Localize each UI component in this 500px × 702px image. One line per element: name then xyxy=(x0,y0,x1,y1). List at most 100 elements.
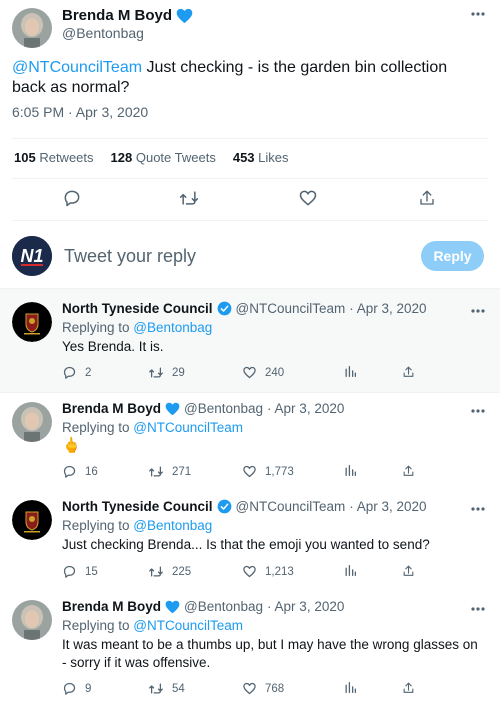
like-count: 1,773 xyxy=(265,465,294,478)
analytics-icon[interactable] xyxy=(344,564,357,577)
reply-action-bar: 15 225 1,213 xyxy=(62,564,422,580)
more-options-icon[interactable] xyxy=(470,506,486,512)
more-options-icon[interactable] xyxy=(470,308,486,314)
like-icon[interactable] xyxy=(298,188,318,208)
tweet-timestamp[interactable]: 6:05 PM · Apr 3, 2020 xyxy=(12,104,148,120)
avatar-brenda[interactable] xyxy=(12,600,52,640)
like-count: 768 xyxy=(265,682,285,695)
reply-icon[interactable] xyxy=(62,464,77,479)
replying-to-link[interactable]: @NTCouncilTeam xyxy=(133,618,243,633)
reply-author-name[interactable]: North Tyneside Council xyxy=(62,301,213,316)
reply-tweet[interactable]: North Tyneside Council @NTCouncilTeam · … xyxy=(0,289,500,392)
reply-tweet[interactable]: North Tyneside Council @NTCouncilTeam · … xyxy=(0,490,500,590)
svg-text:N1: N1 xyxy=(20,246,43,266)
reply-icon[interactable] xyxy=(62,564,77,579)
like-icon[interactable] xyxy=(242,681,257,696)
avatar-council[interactable] xyxy=(12,302,52,342)
reply-action[interactable]: 2 xyxy=(62,365,91,380)
like-icon[interactable] xyxy=(242,464,257,479)
retweet-action[interactable]: 225 xyxy=(148,564,191,579)
like-action[interactable]: 1,773 xyxy=(242,464,294,479)
like-action[interactable]: 768 xyxy=(242,681,284,696)
reply-action-bar: 2 29 240 xyxy=(62,365,422,381)
current-user-avatar[interactable]: N1 xyxy=(12,236,52,276)
reply-text: Yes Brenda. It is. xyxy=(62,339,164,354)
more-options-icon[interactable] xyxy=(470,11,486,17)
avatar-brenda[interactable] xyxy=(12,402,52,442)
reply-icon[interactable] xyxy=(62,188,82,208)
reply-author-handle[interactable]: @NTCouncilTeam xyxy=(236,499,346,514)
more-options-icon[interactable] xyxy=(470,606,486,612)
retweet-icon[interactable] xyxy=(148,365,164,380)
retweet-count: 29 xyxy=(172,366,185,379)
author-name-text[interactable]: Brenda M Boyd xyxy=(62,7,172,24)
reply-button[interactable]: Reply xyxy=(421,241,484,271)
tweet-stats: 105 Retweets 128 Quote Tweets 453 Likes xyxy=(14,150,289,165)
reply-author-handle[interactable]: @Bentonbag xyxy=(184,401,263,416)
reply-action[interactable]: 15 xyxy=(62,564,98,579)
share-icon[interactable] xyxy=(402,464,415,478)
reply-action[interactable]: 16 xyxy=(62,464,98,479)
reply-emoji: 🖕 xyxy=(62,437,81,454)
replying-to-link[interactable]: @Bentonbag xyxy=(133,518,212,533)
replying-to-link[interactable]: @NTCouncilTeam xyxy=(133,420,243,435)
reply-date[interactable]: · Apr 3, 2020 xyxy=(267,599,344,614)
verified-heart-icon xyxy=(165,402,180,416)
share-icon[interactable] xyxy=(402,564,415,578)
reply-author-handle[interactable]: @NTCouncilTeam xyxy=(236,301,346,316)
reply-tweet[interactable]: Brenda M Boyd @Bentonbag · Apr 3, 2020 R… xyxy=(0,590,500,702)
retweet-icon[interactable] xyxy=(178,188,200,208)
reply-date[interactable]: · Apr 3, 2020 xyxy=(349,301,426,316)
reply-icon[interactable] xyxy=(62,365,77,380)
retweet-action[interactable]: 271 xyxy=(148,464,191,479)
like-action[interactable]: 1,213 xyxy=(242,564,294,579)
share-icon[interactable] xyxy=(418,188,436,208)
main-action-bar xyxy=(0,188,500,210)
retweet-action[interactable]: 54 xyxy=(148,681,185,696)
verified-heart-icon xyxy=(176,8,193,24)
author-handle[interactable]: @Bentonbag xyxy=(62,25,144,41)
reply-input[interactable]: Tweet your reply xyxy=(64,246,196,267)
verified-badge-icon xyxy=(217,301,232,316)
replying-to-link[interactable]: @Bentonbag xyxy=(133,320,212,335)
share-icon[interactable] xyxy=(402,681,415,695)
more-options-icon[interactable] xyxy=(470,408,486,414)
reply-author-name[interactable]: Brenda M Boyd xyxy=(62,599,161,614)
tweet-text: @NTCouncilTeam Just checking - is the ga… xyxy=(12,58,482,98)
reply-icon[interactable] xyxy=(62,681,77,696)
reply-author-handle[interactable]: @Bentonbag xyxy=(184,599,263,614)
avatar-council[interactable] xyxy=(12,500,52,540)
reply-tweet[interactable]: Brenda M Boyd @Bentonbag · Apr 3, 2020 R… xyxy=(0,393,500,490)
reply-header: Brenda M Boyd @Bentonbag · Apr 3, 2020 xyxy=(62,599,344,614)
analytics-icon[interactable] xyxy=(344,681,357,694)
likes-stat[interactable]: 453 Likes xyxy=(233,150,289,165)
reply-text: It was meant to be a thumbs up, but I ma… xyxy=(62,637,478,670)
reply-action[interactable]: 9 xyxy=(62,681,91,696)
like-count: 1,213 xyxy=(265,565,294,578)
retweets-stat[interactable]: 105 Retweets xyxy=(14,150,94,165)
reply-author-name[interactable]: Brenda M Boyd xyxy=(62,401,161,416)
avatar-brenda[interactable] xyxy=(12,8,52,48)
quotes-stat[interactable]: 128 Quote Tweets xyxy=(111,150,216,165)
reply-date[interactable]: · Apr 3, 2020 xyxy=(349,499,426,514)
share-icon[interactable] xyxy=(402,365,415,379)
mention-link[interactable]: @NTCouncilTeam xyxy=(12,59,142,76)
retweet-icon[interactable] xyxy=(148,681,164,696)
retweet-icon[interactable] xyxy=(148,464,164,479)
reply-date[interactable]: · Apr 3, 2020 xyxy=(267,401,344,416)
replying-to: Replying to @Bentonbag xyxy=(62,320,213,335)
author-name[interactable]: Brenda M Boyd xyxy=(62,7,193,24)
retweet-action[interactable]: 29 xyxy=(148,365,185,380)
analytics-icon[interactable] xyxy=(344,464,357,477)
retweet-icon[interactable] xyxy=(148,564,164,579)
reply-count: 9 xyxy=(85,682,92,695)
reply-count: 2 xyxy=(85,366,92,379)
like-icon[interactable] xyxy=(242,365,257,380)
analytics-icon[interactable] xyxy=(344,365,357,378)
reply-text: Just checking Brenda... Is that the emoj… xyxy=(62,537,430,552)
reply-author-name[interactable]: North Tyneside Council xyxy=(62,499,213,514)
reply-header: Brenda M Boyd @Bentonbag · Apr 3, 2020 xyxy=(62,401,344,416)
like-action[interactable]: 240 xyxy=(242,365,284,380)
retweet-count: 225 xyxy=(172,565,192,578)
like-icon[interactable] xyxy=(242,564,257,579)
